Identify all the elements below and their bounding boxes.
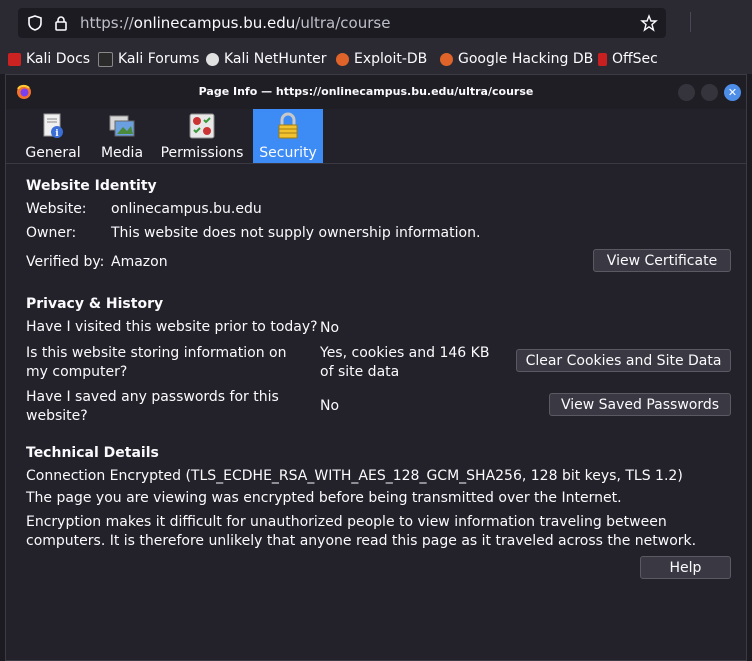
nethunter-icon xyxy=(206,52,219,66)
bookmark-kali-nethunter[interactable]: Kali NetHunter xyxy=(206,51,326,67)
close-button[interactable]: ✕ xyxy=(724,84,741,101)
encryption-explanation-text: Encryption makes it difficult for unauth… xyxy=(26,514,697,549)
url-text[interactable]: https://onlinecampus.bu.edu/ultra/course xyxy=(80,14,390,32)
verified-by-label: Verified by: xyxy=(26,254,105,270)
star-icon[interactable] xyxy=(640,14,658,32)
technical-details-heading: Technical Details xyxy=(26,445,159,461)
url-prefix: https:// xyxy=(80,14,134,32)
bookmark-google-hacking-db[interactable]: Google Hacking DB xyxy=(440,51,593,67)
permissions-icon xyxy=(189,113,215,139)
website-label: Website: xyxy=(26,201,87,217)
bookmark-kali-forums[interactable]: Kali Forums xyxy=(98,51,199,67)
bookmark-label: OffSec xyxy=(612,51,658,67)
lock-icon xyxy=(278,112,298,139)
help-button[interactable]: Help xyxy=(640,556,731,579)
svg-text:i: i xyxy=(55,129,59,139)
bookmarks-toolbar: Kali Docs Kali Forums Kali NetHunter Exp… xyxy=(0,46,752,74)
bookmark-label: Kali Docs xyxy=(26,51,91,67)
url-host: onlinecampus.bu.edu xyxy=(133,14,296,32)
tab-permissions[interactable]: Permissions xyxy=(160,109,244,163)
dialog-titlebar[interactable]: Page Info — https://onlinecampus.bu.edu/… xyxy=(6,75,746,109)
tab-security[interactable]: Security xyxy=(253,109,323,163)
bookmark-label: Exploit-DB xyxy=(354,51,428,67)
kali-docs-icon xyxy=(8,52,21,66)
connection-encrypted-text: Connection Encrypted (TLS_ECDHE_RSA_WITH… xyxy=(26,468,683,484)
passwords-question: Have I saved any passwords for this webs… xyxy=(26,389,279,424)
bookmark-label: Google Hacking DB xyxy=(458,51,594,67)
maximize-button[interactable] xyxy=(701,84,718,101)
tab-general[interactable]: i General xyxy=(22,109,84,163)
tab-label: General xyxy=(25,145,81,161)
bookmark-kali-docs[interactable]: Kali Docs xyxy=(8,51,90,67)
tab-bar: i General Media Permissions Security xyxy=(6,109,746,164)
dialog-title: Page Info — https://onlinecampus.bu.edu/… xyxy=(198,85,534,98)
exploit-db-icon xyxy=(336,52,349,66)
url-path: /ultra/course xyxy=(295,14,391,32)
website-identity-heading: Website Identity xyxy=(26,178,157,194)
kali-dragon-icon xyxy=(98,51,113,67)
view-certificate-button[interactable]: View Certificate xyxy=(593,249,731,272)
website-value: onlinecampus.bu.edu xyxy=(111,201,262,217)
extension-separator xyxy=(690,12,731,32)
owner-value: This website does not supply ownership i… xyxy=(111,225,481,241)
ghdb-icon xyxy=(440,52,453,66)
encryption-note-text: The page you are viewing was encrypted b… xyxy=(26,490,622,506)
storing-answer: Yes, cookies and 146 KB of site data xyxy=(320,345,490,380)
bookmark-offsec[interactable]: OffSec xyxy=(598,51,658,67)
tab-media[interactable]: Media xyxy=(96,109,148,163)
bookmark-label: Kali Forums xyxy=(118,51,200,67)
visited-question: Have I visited this website prior to tod… xyxy=(26,319,318,335)
passwords-answer: No xyxy=(320,398,340,414)
visited-answer: No xyxy=(320,320,340,336)
url-field[interactable]: https://onlinecampus.bu.edu/ultra/course xyxy=(18,8,666,38)
info-page-icon: i xyxy=(43,113,63,139)
view-saved-passwords-button[interactable]: View Saved Passwords xyxy=(549,393,731,416)
offsec-icon xyxy=(598,52,607,66)
shield-icon[interactable] xyxy=(26,14,44,32)
privacy-history-heading: Privacy & History xyxy=(26,296,164,312)
tab-label: Media xyxy=(100,145,144,161)
tab-label: Permissions xyxy=(160,145,244,161)
verified-by-value: Amazon xyxy=(111,254,168,270)
browser-toolbar: https://onlinecampus.bu.edu/ultra/course xyxy=(0,0,752,46)
tab-label: Security xyxy=(259,145,317,161)
minimize-button[interactable] xyxy=(678,84,695,101)
close-icon: ✕ xyxy=(727,86,738,99)
lock-icon[interactable] xyxy=(52,14,70,32)
page-info-dialog: Page Info — https://onlinecampus.bu.edu/… xyxy=(5,74,747,661)
clear-cookies-button[interactable]: Clear Cookies and Site Data xyxy=(516,349,731,372)
bookmark-label: Kali NetHunter xyxy=(224,51,327,67)
storing-question: Is this website storing information on m… xyxy=(26,345,287,380)
bookmark-exploit-db[interactable]: Exploit-DB xyxy=(336,51,427,67)
media-icon xyxy=(109,115,135,137)
owner-label: Owner: xyxy=(26,225,77,241)
